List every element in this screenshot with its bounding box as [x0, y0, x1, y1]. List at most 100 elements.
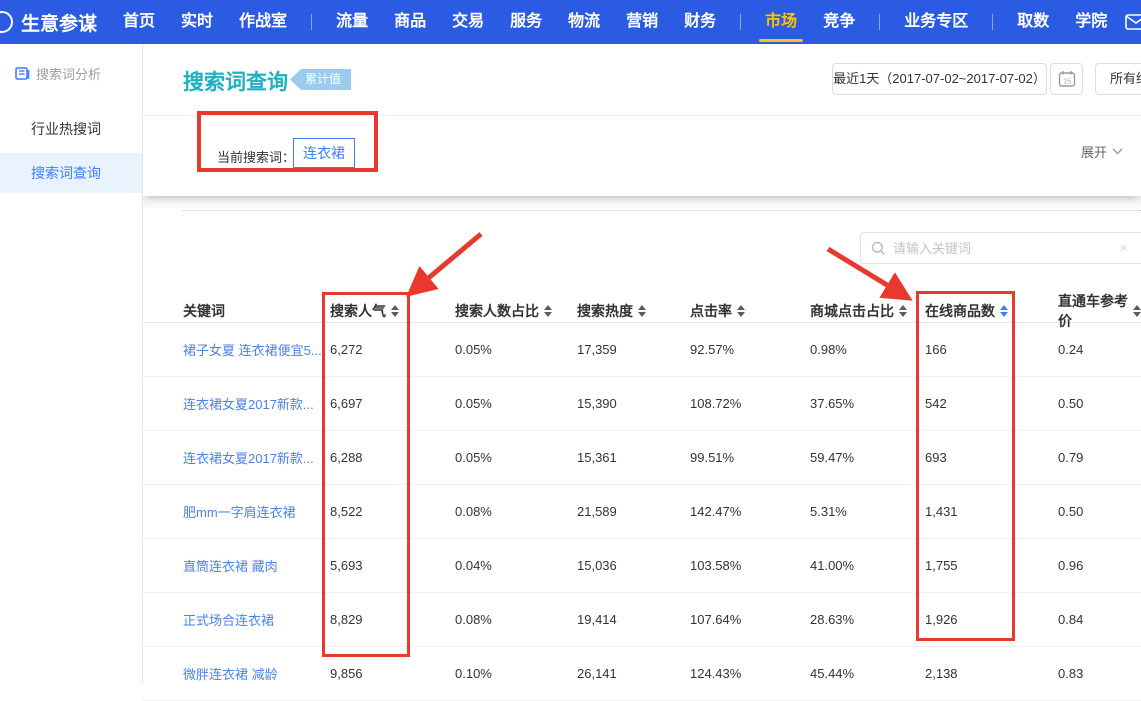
value-cell: 1,926: [925, 612, 1058, 627]
value-cell: 108.72%: [690, 396, 800, 411]
nav-item-营销[interactable]: 营销: [626, 0, 658, 44]
calendar-icon[interactable]: 15: [1050, 63, 1083, 95]
nav-item-首页[interactable]: 首页: [123, 0, 155, 44]
current-keyword-chip[interactable]: 连衣裙: [293, 138, 355, 168]
keyword-link[interactable]: 直筒连衣裙 藏肉: [183, 559, 278, 574]
main-content: 搜索词查询 累计值 最近1天（2017-07-02~2017-07-02） 15…: [143, 44, 1141, 684]
value-cell: 21,589: [565, 504, 690, 519]
keyword-cell: 直筒连衣裙 藏肉: [143, 556, 330, 575]
keyword-link[interactable]: 正式场合连衣裙: [183, 613, 274, 628]
value-cell: 0.10%: [455, 666, 565, 681]
keyword-cell: 正式场合连衣裙: [143, 610, 330, 629]
column-header-在线商品数[interactable]: 在线商品数: [925, 301, 1058, 321]
value-cell: 28.63%: [800, 612, 925, 627]
logo-text: 生意参谋: [21, 9, 97, 36]
search-terms-table: 关键词搜索人气搜索人数占比搜索热度点击率商城点击占比在线商品数直通车参考价 裙子…: [143, 291, 1141, 701]
keyword-link[interactable]: 微胖连衣裙 减龄: [183, 667, 278, 682]
cumulative-badge: 累计值: [290, 69, 351, 90]
keyword-link[interactable]: 连衣裙女夏2017新款...: [183, 397, 314, 412]
value-cell: 0.79: [1058, 450, 1141, 465]
column-label: 点击率: [690, 301, 732, 321]
value-cell: 92.57%: [690, 342, 800, 357]
calendar-day-number: 15: [1063, 79, 1071, 86]
column-header-搜索人数占比[interactable]: 搜索人数占比: [455, 301, 565, 321]
value-cell: 99.51%: [690, 450, 800, 465]
clear-search-icon[interactable]: ×: [1120, 241, 1127, 255]
sidebar-item-搜索词查询[interactable]: 搜索词查询: [0, 153, 142, 193]
value-cell: 0.24: [1058, 342, 1141, 357]
nav-item-业务专区[interactable]: 业务专区: [904, 0, 968, 44]
keyword-link[interactable]: 肥mm一字肩连衣裙: [183, 505, 296, 520]
nav-item-取数[interactable]: 取数: [1017, 0, 1049, 44]
table-row: 正式场合连衣裙8,8290.08%19,414107.64%28.63%1,92…: [143, 593, 1141, 647]
sort-carets-icon[interactable]: [638, 305, 646, 317]
column-header-商城点击占比[interactable]: 商城点击占比: [800, 301, 925, 321]
nav-item-实时[interactable]: 实时: [181, 0, 213, 44]
column-label: 搜索人数占比: [455, 301, 539, 321]
keyword-link[interactable]: 连衣裙女夏2017新款...: [183, 451, 314, 466]
value-cell: 103.58%: [690, 558, 800, 573]
sidebar-menu: 行业热搜词搜索词查询: [0, 109, 142, 193]
value-cell: 6,272: [330, 342, 455, 357]
value-cell: 15,036: [565, 558, 690, 573]
sidebar-item-行业热搜词[interactable]: 行业热搜词: [0, 109, 142, 149]
app-logo[interactable]: 生意参谋: [0, 9, 97, 36]
table-row: 微胖连衣裙 减龄9,8560.10%26,141124.43%45.44%2,1…: [143, 647, 1141, 701]
nav-item-学院[interactable]: 学院: [1075, 0, 1107, 44]
value-cell: 1,431: [925, 504, 1058, 519]
keyword-cell: 连衣裙女夏2017新款...: [143, 394, 330, 413]
sidebar-section-label: 搜索词分析: [36, 64, 101, 83]
nav-item-交易[interactable]: 交易: [452, 0, 484, 44]
value-cell: 37.65%: [800, 396, 925, 411]
book-icon: [15, 67, 30, 81]
nav-item-物流[interactable]: 物流: [568, 0, 600, 44]
column-header-搜索热度[interactable]: 搜索热度: [565, 301, 690, 321]
sort-carets-icon[interactable]: [1133, 305, 1141, 317]
nav-item-财务[interactable]: 财务: [684, 0, 716, 44]
nav-divider: [311, 14, 312, 30]
terminal-selector[interactable]: 所有终端: [1095, 63, 1141, 95]
keyword-link[interactable]: 裙子女夏 连衣裙便宜5...: [183, 343, 322, 358]
keyword-search-box: ×: [860, 232, 1141, 264]
column-header-直通车参考价[interactable]: 直通车参考价: [1058, 291, 1141, 331]
nav-item-竞争[interactable]: 竞争: [823, 0, 855, 44]
column-header-搜索人气[interactable]: 搜索人气: [330, 301, 455, 321]
sort-carets-icon[interactable]: [899, 305, 907, 317]
column-label: 在线商品数: [925, 301, 995, 321]
table-section: × 关键词搜索人气搜索人数占比搜索热度点击率商城点击占比在线商品数直通车参考价 …: [143, 208, 1141, 684]
nav-item-商品[interactable]: 商品: [394, 0, 426, 44]
value-cell: 9,856: [330, 666, 455, 681]
value-cell: 0.83: [1058, 666, 1141, 681]
nav-items: 首页实时作战室 流量商品交易服务物流营销财务 市场竞争 业务专区 取数学院: [123, 0, 1133, 44]
current-keyword-label: 当前搜索词：: [217, 147, 295, 166]
sort-carets-icon[interactable]: [1000, 305, 1008, 317]
table-row: 连衣裙女夏2017新款...6,6970.05%15,390108.72%37.…: [143, 377, 1141, 431]
sort-carets-icon[interactable]: [737, 305, 745, 317]
value-cell: 124.43%: [690, 666, 800, 681]
column-label: 商城点击占比: [810, 301, 894, 321]
nav-item-市场[interactable]: 市场: [765, 0, 797, 44]
page-title: 搜索词查询: [183, 66, 288, 96]
table-row: 直筒连衣裙 藏肉5,6930.04%15,036103.58%41.00%1,7…: [143, 539, 1141, 593]
nav-item-作战室[interactable]: 作战室: [239, 0, 287, 44]
nav-item-流量[interactable]: 流量: [336, 0, 368, 44]
date-range-selector[interactable]: 最近1天（2017-07-02~2017-07-02）: [832, 63, 1047, 95]
expand-toggle[interactable]: 展开: [1081, 142, 1123, 161]
nav-divider: [740, 14, 741, 30]
sidebar-section-header: 搜索词分析: [0, 44, 142, 83]
sort-carets-icon[interactable]: [391, 305, 399, 317]
search-input[interactable]: [893, 241, 1120, 256]
table-row: 裙子女夏 连衣裙便宜5...6,2720.05%17,35992.57%0.98…: [143, 323, 1141, 377]
envelope-icon[interactable]: [1125, 14, 1141, 30]
filter-section: 当前搜索词： 连衣裙 展开: [143, 115, 1141, 196]
value-cell: 59.47%: [800, 450, 925, 465]
value-cell: 0.98%: [800, 342, 925, 357]
sort-carets-icon[interactable]: [544, 305, 552, 317]
dotted-divider: [183, 210, 1141, 211]
value-cell: 5,693: [330, 558, 455, 573]
value-cell: 0.96: [1058, 558, 1141, 573]
nav-item-服务[interactable]: 服务: [510, 0, 542, 44]
value-cell: 41.00%: [800, 558, 925, 573]
column-header-点击率[interactable]: 点击率: [690, 301, 800, 321]
column-label: 搜索热度: [577, 301, 633, 321]
